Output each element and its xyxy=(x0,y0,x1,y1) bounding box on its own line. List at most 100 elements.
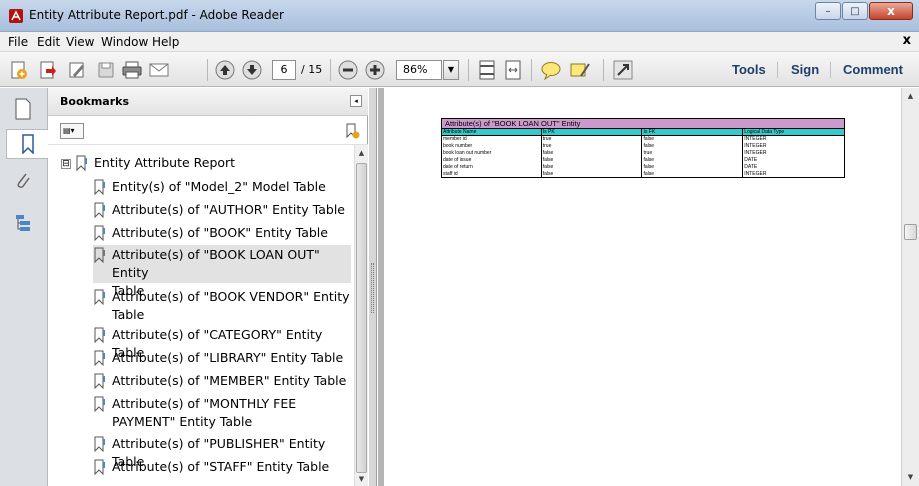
email-icon[interactable] xyxy=(148,59,170,81)
bookmark-item[interactable]: Attribute(s) of "STAFF" Entity Table xyxy=(93,458,351,476)
bookmarks-panel-icon[interactable] xyxy=(6,129,48,159)
bookmark-icon xyxy=(94,396,105,412)
bookmark-item[interactable]: Entity(s) of "Model_2" Model Table xyxy=(93,178,351,196)
table-cell: false xyxy=(641,163,744,171)
table-cell: DATE xyxy=(742,163,845,171)
menu-file[interactable]: File xyxy=(8,35,28,49)
zoom-out-icon[interactable] xyxy=(337,59,359,81)
table-cell: member id xyxy=(441,135,542,143)
table-cell: false xyxy=(540,149,643,157)
tree-collapse-toggle[interactable]: ⊟ xyxy=(61,159,71,169)
page-number-input[interactable]: 6 xyxy=(272,60,296,80)
scroll-down-icon[interactable]: ▼ xyxy=(355,473,368,485)
document-scrollbar[interactable]: ▲ ▼ xyxy=(901,88,919,486)
bookmarks-tree: ⊟ Entity Attribute Report Entity(s) of "… xyxy=(48,145,354,486)
page-total: / 15 xyxy=(301,63,323,76)
maximize-button[interactable]: □ xyxy=(842,2,868,20)
table-cell: INTEGER xyxy=(742,142,845,150)
table-header: Is FK xyxy=(641,128,744,136)
zoom-dropdown-icon[interactable]: ▼ xyxy=(443,60,459,80)
table-cell: staff id xyxy=(441,170,542,178)
print-icon[interactable] xyxy=(121,59,143,81)
title-bar: Entity Attribute Report.pdf - Adobe Read… xyxy=(0,0,919,32)
table-cell: false xyxy=(641,142,744,150)
zoom-level-field[interactable]: 86% xyxy=(396,60,442,80)
bookmark-item[interactable]: Attribute(s) of "MONTHLY FEE PAYMENT" En… xyxy=(93,395,351,431)
scroll-down-icon[interactable]: ▼ xyxy=(902,470,919,484)
toolbar-separator xyxy=(603,59,604,81)
bookmark-item[interactable]: Attribute(s) of "LIBRARY" Entity Table xyxy=(93,349,351,367)
page-edge xyxy=(378,88,384,486)
collapse-panel-icon[interactable]: ◂ xyxy=(350,95,362,107)
adobe-reader-icon xyxy=(9,9,23,23)
table-cell: true xyxy=(540,142,643,150)
navigation-pane xyxy=(0,88,48,486)
toolbar-separator xyxy=(207,59,208,81)
bookmark-item[interactable]: Entity Attribute Report xyxy=(75,154,351,172)
toolbar-separator xyxy=(468,59,469,81)
bookmark-icon xyxy=(94,373,105,389)
menu-help[interactable]: Help xyxy=(152,35,179,49)
main-toolbar: 6 / 15 86% ▼ Tools Sign Comment xyxy=(0,52,919,87)
bookmark-icon xyxy=(76,155,87,171)
panel-splitter[interactable] xyxy=(369,88,377,486)
zoom-in-icon[interactable] xyxy=(364,59,386,81)
edit-icon[interactable] xyxy=(66,59,88,81)
toolbar-separator xyxy=(531,59,532,81)
scroll-thumb[interactable] xyxy=(904,224,917,240)
menu-bar: File Edit View Window Help x xyxy=(0,32,919,52)
scroll-thumb[interactable] xyxy=(356,163,367,473)
new-bookmark-icon[interactable] xyxy=(344,123,360,142)
fit-page-icon[interactable] xyxy=(476,59,498,81)
tools-pane-button[interactable]: Tools xyxy=(732,62,766,77)
table-row: member id true false INTEGER xyxy=(441,135,845,143)
table-cell: book loan out number xyxy=(441,149,542,157)
menu-window[interactable]: Window xyxy=(101,35,148,49)
scroll-up-icon[interactable]: ▲ xyxy=(902,89,919,103)
close-button[interactable]: x xyxy=(869,2,913,20)
minimize-button[interactable]: – xyxy=(815,2,841,20)
fit-width-icon[interactable] xyxy=(502,59,524,81)
save-icon[interactable] xyxy=(95,59,117,81)
scroll-up-icon[interactable]: ▲ xyxy=(355,147,368,159)
layers-icon[interactable] xyxy=(8,208,38,238)
options-menu-icon[interactable]: ▤▾ xyxy=(60,123,84,139)
table-row: date of return false false DATE xyxy=(441,163,845,171)
table-row: staff id false false INTEGER xyxy=(441,170,845,178)
document-view[interactable]: Attribute(s) of "BOOK LOAN OUT" Entity A… xyxy=(378,88,901,486)
bookmark-item[interactable]: Attribute(s) of "BOOK VENDOR" Entity Tab… xyxy=(93,288,351,324)
menu-edit[interactable]: Edit xyxy=(37,35,60,49)
bookmark-icon xyxy=(94,459,105,475)
table-cell: false xyxy=(540,163,643,171)
bookmark-item-selected[interactable]: Attribute(s) of "BOOK LOAN OUT" Entity T… xyxy=(93,245,351,298)
sign-pane-button[interactable]: Sign xyxy=(791,62,819,77)
comment-pane-button[interactable]: Comment xyxy=(843,62,903,77)
bookmark-icon xyxy=(94,247,105,263)
highlight-icon[interactable] xyxy=(569,59,591,81)
full-screen-icon[interactable] xyxy=(612,59,634,81)
table-cell: INTEGER xyxy=(742,170,845,178)
document-close-icon[interactable]: x xyxy=(903,33,911,48)
table-cell: false xyxy=(641,156,744,164)
table-cell: DATE xyxy=(742,156,845,164)
bookmarks-toolbar: ▤▾ xyxy=(48,117,368,145)
attachments-icon[interactable] xyxy=(8,166,38,196)
create-pdf-icon[interactable] xyxy=(8,59,30,81)
bookmark-item[interactable]: Attribute(s) of "MEMBER" Entity Table xyxy=(93,372,351,390)
previous-page-icon[interactable] xyxy=(214,59,236,81)
comment-bubble-icon[interactable] xyxy=(540,59,562,81)
bookmark-item[interactable]: Attribute(s) of "AUTHOR" Entity Table xyxy=(93,201,351,219)
table-row: book number true false INTEGER xyxy=(441,142,845,150)
table-cell: date of return xyxy=(441,163,542,171)
bookmarks-scrollbar[interactable]: ▲ ▼ xyxy=(354,145,368,486)
bookmarks-title: Bookmarks xyxy=(60,95,129,108)
bookmark-icon xyxy=(94,350,105,366)
page-thumbnails-icon[interactable] xyxy=(8,94,38,124)
bookmark-item[interactable]: Attribute(s) of "BOOK" Entity Table xyxy=(93,224,351,242)
convert-pdf-icon[interactable] xyxy=(37,59,59,81)
table-row: book loan out number false true INTEGER xyxy=(441,149,845,157)
table-cell: true xyxy=(641,149,744,157)
toolbar-separator xyxy=(830,62,831,78)
next-page-icon[interactable] xyxy=(241,59,263,81)
menu-view[interactable]: View xyxy=(66,35,94,49)
